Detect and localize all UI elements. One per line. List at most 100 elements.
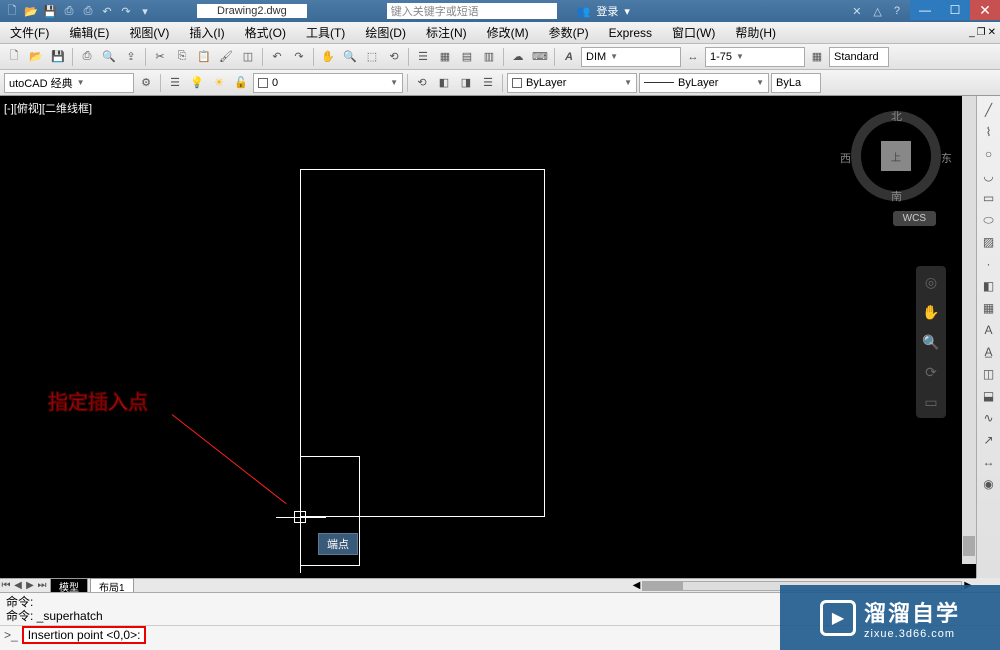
properties-icon[interactable]: ☰ — [413, 47, 433, 67]
copy-icon[interactable]: ⎘ — [172, 47, 192, 67]
plot-icon[interactable]: ⎙ — [77, 47, 97, 67]
arc-tool-icon[interactable]: ◡ — [979, 166, 999, 186]
scroll-left-icon[interactable]: ◀ — [633, 580, 641, 591]
close-button[interactable]: ✕ — [970, 0, 1000, 20]
viewport-label[interactable]: [-][俯视][二维线框] — [4, 100, 92, 116]
qat-new-icon[interactable]: 🗋 — [4, 3, 20, 19]
point-tool-icon[interactable]: · — [979, 254, 999, 274]
scrollbar-thumb[interactable] — [643, 582, 683, 590]
tab-last-icon[interactable]: ⏭ — [36, 580, 48, 591]
linetype-dropdown[interactable]: ByLayer ▼ — [639, 73, 769, 93]
drawing-viewport[interactable]: [-][俯视][二维线框] 端点 指定插入点 上 北 南 东 西 WCS ◎ ✋… — [0, 96, 976, 578]
circle-tool-icon[interactable]: ○ — [979, 144, 999, 164]
tab-first-icon[interactable]: ⏮ — [0, 580, 12, 591]
text-style-icon[interactable]: A — [559, 47, 579, 67]
menu-tools[interactable]: 工具(T) — [296, 24, 355, 41]
layer-match-icon[interactable]: ◨ — [456, 73, 476, 93]
open-icon[interactable]: 📂 — [26, 47, 46, 67]
ray-tool-icon[interactable]: ↗ — [979, 430, 999, 450]
help-icon[interactable]: ? — [894, 5, 900, 17]
cut-icon[interactable]: ✂ — [150, 47, 170, 67]
text-style-dropdown[interactable]: Standard — [829, 47, 889, 67]
menu-express[interactable]: Express — [599, 26, 662, 40]
showmotion-icon[interactable]: ▭ — [921, 392, 941, 412]
layer-lock-icon[interactable]: 🔓 — [231, 73, 251, 93]
qat-save-icon[interactable]: 💾 — [42, 3, 58, 19]
table-tool-icon[interactable]: ▦ — [979, 298, 999, 318]
preview-icon[interactable]: 🔍 — [99, 47, 119, 67]
viewcube-west[interactable]: 西 — [840, 150, 851, 166]
wcs-badge[interactable]: WCS — [893, 211, 936, 226]
spline-tool-icon[interactable]: ∿ — [979, 408, 999, 428]
ellipse-tool-icon[interactable]: ⬭ — [979, 210, 999, 230]
redo-icon[interactable]: ↷ — [289, 47, 309, 67]
layer-dropdown[interactable]: 0 ▼ — [253, 73, 403, 93]
workspace-settings-icon[interactable]: ⚙ — [136, 73, 156, 93]
lineweight-dropdown[interactable]: ByLa — [771, 73, 821, 93]
toolpalette-icon[interactable]: ▤ — [457, 47, 477, 67]
paste-icon[interactable]: 📋 — [194, 47, 214, 67]
dim-style-dropdown[interactable]: DIM ▼ — [581, 47, 681, 67]
layer-freeze-icon[interactable]: ☀ — [209, 73, 229, 93]
designcenter-icon[interactable]: ▦ — [435, 47, 455, 67]
minimize-button[interactable]: — — [910, 0, 940, 20]
cloud-icon[interactable]: △ — [873, 5, 881, 18]
menu-help[interactable]: 帮助(H) — [725, 24, 786, 41]
command-input[interactable]: Insertion point <0,0>: — [22, 626, 147, 644]
hatch-tool-icon[interactable]: ▨ — [979, 232, 999, 252]
menu-modify[interactable]: 修改(M) — [477, 24, 539, 41]
region-tool-icon[interactable]: ◧ — [979, 276, 999, 296]
tab-prev-icon[interactable]: ◀ — [12, 580, 24, 591]
orbit-tool-icon[interactable]: ⟳ — [921, 362, 941, 382]
viewcube-north[interactable]: 北 — [891, 108, 902, 124]
menu-insert[interactable]: 插入(I) — [179, 24, 234, 41]
zoom-window-icon[interactable]: ⬚ — [362, 47, 382, 67]
steering-wheel-icon[interactable]: ◎ — [921, 272, 941, 292]
mtext-tool-icon[interactable]: A̲ — [979, 342, 999, 362]
markup-icon[interactable]: ☁ — [508, 47, 528, 67]
matchprop-icon[interactable]: 🖌 — [216, 47, 236, 67]
dim-scale-dropdown[interactable]: 1-75 ▼ — [705, 47, 805, 67]
dim-icon[interactable]: ↔ — [683, 47, 703, 67]
mdi-min-icon[interactable]: _ — [969, 27, 975, 38]
menu-window[interactable]: 窗口(W) — [662, 24, 725, 41]
qat-saveas-icon[interactable]: ⎙ — [61, 3, 77, 19]
layer-manager-icon[interactable]: ☰ — [165, 73, 185, 93]
donut-tool-icon[interactable]: ◉ — [979, 474, 999, 494]
maximize-button[interactable]: ☐ — [940, 0, 970, 20]
undo-icon[interactable]: ↶ — [267, 47, 287, 67]
menu-draw[interactable]: 绘图(D) — [355, 24, 416, 41]
text-tool-icon[interactable]: A — [979, 320, 999, 340]
blockeditor-icon[interactable]: ◫ — [238, 47, 258, 67]
new-icon[interactable]: 🗋 — [4, 47, 24, 67]
save-icon[interactable]: 💾 — [48, 47, 68, 67]
layer-prev-icon[interactable]: ⟲ — [412, 73, 432, 93]
sheetset-icon[interactable]: ▥ — [479, 47, 499, 67]
workspace-dropdown[interactable]: utoCAD 经典 ▼ — [4, 73, 134, 93]
search-input[interactable]: 键入关键字或短语 — [387, 3, 557, 19]
login-area[interactable]: 👥 登录 ▾ — [577, 3, 630, 19]
menu-parametric[interactable]: 参数(P) — [539, 24, 599, 41]
table-style-icon[interactable]: ▦ — [807, 47, 827, 67]
qat-open-icon[interactable]: 📂 — [23, 3, 39, 19]
qat-undo-icon[interactable]: ↶ — [99, 3, 115, 19]
view-cube[interactable]: 上 北 南 东 西 — [846, 106, 946, 206]
menu-view[interactable]: 视图(V) — [119, 24, 179, 41]
mdi-close-icon[interactable]: ✕ — [988, 27, 996, 38]
pan-tool-icon[interactable]: ✋ — [921, 302, 941, 322]
menu-format[interactable]: 格式(O) — [235, 24, 296, 41]
rectangle-tool-icon[interactable]: ▭ — [979, 188, 999, 208]
vertical-scrollbar[interactable] — [962, 96, 976, 564]
qat-more-icon[interactable]: ▾ — [137, 3, 153, 19]
menu-file[interactable]: 文件(F) — [0, 24, 59, 41]
menu-dimension[interactable]: 标注(N) — [416, 24, 477, 41]
tab-next-icon[interactable]: ▶ — [24, 580, 36, 591]
color-dropdown[interactable]: ByLayer ▼ — [507, 73, 637, 93]
exchange-icon[interactable]: ✕ — [852, 5, 861, 18]
zoom-prev-icon[interactable]: ⟲ — [384, 47, 404, 67]
mdi-restore-icon[interactable]: ❐ — [977, 27, 986, 38]
publish-icon[interactable]: ⇪ — [121, 47, 141, 67]
qat-plot-icon[interactable]: ⎙ — [80, 3, 96, 19]
polyline-tool-icon[interactable]: ⌇ — [979, 122, 999, 142]
pan-icon[interactable]: ✋ — [318, 47, 338, 67]
